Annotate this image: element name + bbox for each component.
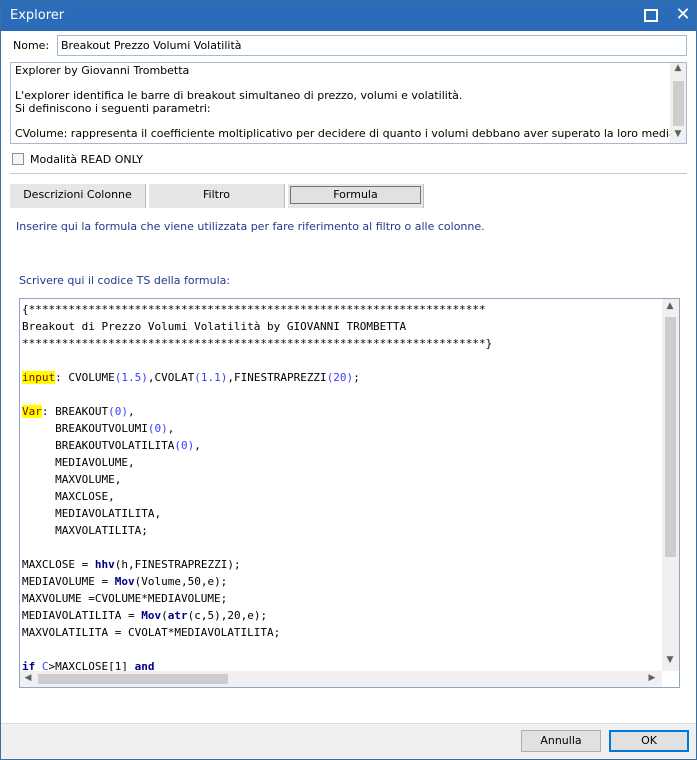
code-vertical-scrollbar[interactable]: ▲ ▼ <box>662 299 679 671</box>
code-line: MAXVOLUME, <box>22 473 122 486</box>
code-line: if C>MAXCLOSE[1] and <box>22 658 662 671</box>
description-textarea[interactable]: Explorer by Giovanni Trombetta L'explore… <box>10 62 687 144</box>
scroll-left-icon[interactable]: ◀ <box>20 673 36 683</box>
code-line: MAXVOLUME =CVOLUME*MEDIAVOLUME; <box>22 592 228 605</box>
code-line: MAXVOLATILITA = CVOLAT*MEDIAVOLATILITA; <box>22 626 281 639</box>
code-text: (Volume,50,e); <box>134 575 228 588</box>
code-keyword: if <box>22 660 36 671</box>
tab-descrizioni-colonne[interactable]: Descrizioni Colonne <box>10 184 146 208</box>
code-label: Scrivere qui il codice TS della formula: <box>19 274 231 287</box>
description-line: Si definiscono i seguenti parametri: <box>15 102 211 115</box>
code-line: MAXVOLATILITA; <box>22 524 148 537</box>
code-text: BREAKOUTVOLATILITA <box>22 439 175 452</box>
code-line: input: CVOLUME(1.5),CVOLAT(1.1),FINESTRA… <box>22 369 662 386</box>
readonly-label: Modalità READ ONLY <box>30 153 143 166</box>
description-line: Explorer by Giovanni Trombetta <box>15 64 190 77</box>
name-label: Nome: <box>13 39 50 52</box>
code-text: ,FINESTRAPREZZI <box>227 371 327 384</box>
code-line: Var: BREAKOUT(0), <box>22 405 135 418</box>
description-line: CVolume: rappresenta il coefficiente mol… <box>15 127 687 140</box>
formula-info-text: Inserire qui la formula che viene utiliz… <box>16 220 485 233</box>
code-function: atr <box>167 609 188 622</box>
button-bar: Annulla OK <box>1 723 696 759</box>
scroll-thumb[interactable] <box>673 81 684 126</box>
code-number: (0) <box>108 405 128 418</box>
code-function: Mov <box>114 575 135 588</box>
code-text: MEDIAVOLATILITA = <box>22 609 142 622</box>
divider <box>10 173 687 174</box>
code-editor[interactable]: {***************************************… <box>19 298 680 688</box>
code-line: MEDIAVOLATILITA, <box>22 507 162 520</box>
code-number: (20) <box>326 371 354 384</box>
description-scrollbar[interactable]: ▲ ▼ <box>670 63 686 143</box>
code-number: (1.5) <box>114 371 148 384</box>
code-number: (0) <box>147 422 168 435</box>
code-text: ( <box>161 609 168 622</box>
code-text: MAXCLOSE = <box>22 558 95 571</box>
code-line: BREAKOUTVOLUMI(0), <box>22 422 175 435</box>
tab-label: Descrizioni Colonne <box>23 188 132 201</box>
code-text: C <box>35 660 49 671</box>
code-keyword: and <box>134 660 155 671</box>
scroll-down-icon[interactable]: ▼ <box>670 129 686 139</box>
maximize-icon[interactable] <box>644 9 658 22</box>
code-function: hhv <box>94 558 115 571</box>
scroll-right-icon[interactable]: ▶ <box>644 673 660 683</box>
code-text: BREAKOUTVOLUMI <box>22 422 148 435</box>
code-function: Mov <box>141 609 162 622</box>
tab-label: Formula <box>333 188 378 201</box>
code-line: MAXCLOSE, <box>22 490 115 503</box>
code-line: Breakout di Prezzo Volumi Volatilità by … <box>22 320 407 333</box>
scroll-up-icon[interactable]: ▲ <box>670 63 686 73</box>
explorer-window: Explorer ✕ Nome: Breakout Prezzo Volumi … <box>0 0 697 760</box>
code-line: {***************************************… <box>22 303 486 316</box>
keyword: Var <box>22 405 42 418</box>
code-content[interactable]: {***************************************… <box>22 301 662 671</box>
scroll-thumb[interactable] <box>665 317 676 557</box>
code-text: : BREAKOUT <box>41 405 109 418</box>
code-text: (h,FINESTRAPREZZI); <box>114 558 241 571</box>
code-horizontal-scrollbar[interactable]: ◀ ▶ <box>20 671 662 687</box>
code-line: MEDIAVOLUME = Mov(Volume,50,e); <box>22 573 662 590</box>
readonly-checkbox[interactable] <box>12 153 24 165</box>
code-number: (0) <box>174 439 195 452</box>
cancel-button[interactable]: Annulla <box>521 730 601 752</box>
name-input[interactable]: Breakout Prezzo Volumi Volatilità <box>57 35 687 56</box>
code-number: (1.1) <box>194 371 228 384</box>
scroll-up-icon[interactable]: ▲ <box>662 301 678 311</box>
close-icon[interactable]: ✕ <box>673 4 693 26</box>
keyword: input <box>22 371 56 384</box>
code-line: ****************************************… <box>22 337 493 350</box>
code-text: MEDIAVOLUME = <box>22 575 115 588</box>
code-line: BREAKOUTVOLATILITA(0), <box>22 439 201 452</box>
ok-button[interactable]: OK <box>609 730 689 752</box>
code-text: ,CVOLAT <box>147 371 195 384</box>
description-line: L'explorer identifica le barre di breako… <box>15 89 463 102</box>
code-line: MEDIAVOLUME, <box>22 456 135 469</box>
code-line: MAXCLOSE = hhv(h,FINESTRAPREZZI); <box>22 556 662 573</box>
code-line: MEDIAVOLATILITA = Mov(atr(c,5),20,e); <box>22 607 662 624</box>
code-text: >MAXCLOSE[1] <box>48 660 135 671</box>
scroll-down-icon[interactable]: ▼ <box>662 655 678 665</box>
window-title: Explorer <box>10 8 65 23</box>
code-text: (c,5),20,e); <box>187 609 268 622</box>
tab-formula[interactable]: Formula <box>288 184 424 208</box>
code-text: : CVOLUME <box>55 371 115 384</box>
tab-filtro[interactable]: Filtro <box>149 184 285 208</box>
scroll-thumb[interactable] <box>38 674 228 684</box>
title-bar[interactable]: Explorer ✕ <box>1 1 696 31</box>
tab-label: Filtro <box>203 188 230 201</box>
code-text: ; <box>353 371 360 384</box>
